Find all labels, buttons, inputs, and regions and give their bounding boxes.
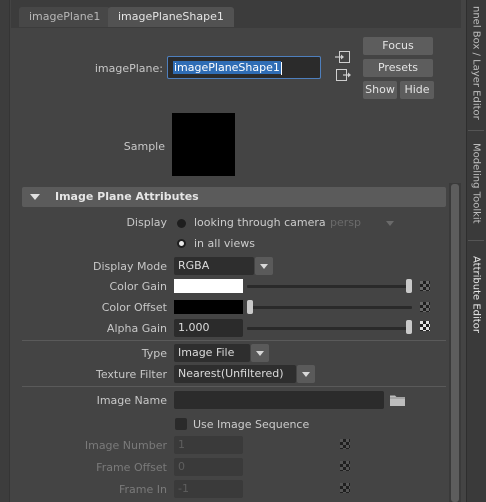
- type-dropdown[interactable]: Image File: [174, 344, 250, 362]
- type-chevron-icon[interactable]: [251, 344, 269, 362]
- dock-divider: [468, 130, 484, 131]
- tab-modeling-toolkit-label: Modeling Toolkit: [470, 142, 482, 224]
- imageplane-label: imagePlane:: [94, 62, 163, 75]
- focus-button[interactable]: Focus: [363, 37, 433, 55]
- color-offset-label: Color Offset: [101, 301, 167, 314]
- color-gain-slider-handle[interactable]: [406, 279, 412, 293]
- alpha-gain-field[interactable]: 1.000: [174, 319, 243, 337]
- display-looking-through-camera-radio[interactable]: [177, 219, 186, 228]
- texture-filter-chevron-icon[interactable]: [297, 365, 315, 383]
- alpha-gain-map-icon[interactable]: [420, 321, 430, 331]
- tab-attribute-editor-label: Attribute Editor: [470, 255, 482, 333]
- dock-divider: [468, 240, 484, 241]
- sample-label: Sample: [123, 140, 165, 153]
- presets-button[interactable]: Presets: [363, 59, 433, 77]
- tab-channel-box-label: nnel Box / Layer Editor: [470, 6, 482, 120]
- color-offset-slider-track[interactable]: [247, 306, 412, 309]
- texture-filter-dropdown[interactable]: Nearest(Unfiltered): [174, 365, 296, 383]
- show-button[interactable]: Show: [363, 81, 397, 99]
- color-gain-map-icon[interactable]: [420, 281, 430, 291]
- frame-in-map-icon[interactable]: [340, 483, 350, 493]
- display-camera-dropdown[interactable]: persp: [326, 214, 398, 232]
- frame-offset-label: Frame Offset: [96, 461, 167, 474]
- chevron-down-icon: [386, 221, 394, 226]
- color-gain-slider-track[interactable]: [247, 285, 412, 288]
- imageplane-name-selection: imagePlaneShape1: [173, 61, 281, 74]
- alpha-gain-label: Alpha Gain: [106, 322, 167, 335]
- color-gain-swatch[interactable]: [174, 279, 243, 293]
- display-option1-label: looking through camera: [194, 216, 326, 229]
- use-image-sequence-checkbox[interactable]: [175, 418, 187, 430]
- display-mode-dropdown[interactable]: RGBA: [174, 257, 254, 275]
- left-panel-edge: [0, 0, 10, 502]
- display-mode-label: Display Mode: [92, 260, 167, 273]
- frame-in-label: Frame In: [119, 483, 167, 496]
- tab-modeling-toolkit[interactable]: Modeling Toolkit: [466, 134, 486, 232]
- color-offset-swatch[interactable]: [174, 300, 243, 314]
- color-offset-slider-handle[interactable]: [247, 300, 253, 314]
- use-image-sequence-label: Use Image Sequence: [193, 418, 310, 431]
- section-divider: [22, 386, 446, 387]
- alpha-gain-slider-track[interactable]: [247, 327, 412, 330]
- color-gain-label: Color Gain: [109, 280, 167, 293]
- display-label: Display: [126, 216, 167, 229]
- frame-offset-map-icon[interactable]: [340, 461, 350, 471]
- type-label: Type: [141, 347, 167, 360]
- image-name-field[interactable]: [174, 391, 384, 409]
- input-connection-icon[interactable]: [335, 50, 351, 64]
- image-name-label: Image Name: [96, 394, 167, 407]
- tab-imageplane1[interactable]: imagePlane1: [19, 7, 111, 27]
- section-title: Image Plane Attributes: [55, 190, 199, 203]
- display-mode-chevron-icon[interactable]: [255, 257, 273, 275]
- image-number-field[interactable]: 1: [174, 436, 243, 454]
- texture-filter-label: Texture Filter: [95, 368, 167, 381]
- display-in-all-views-radio[interactable]: [177, 239, 186, 248]
- frame-offset-field[interactable]: 0: [174, 458, 243, 476]
- frame-in-field[interactable]: -1: [174, 480, 243, 498]
- image-number-label: Image Number: [84, 439, 167, 452]
- section-divider: [22, 340, 446, 341]
- alpha-gain-slider-handle[interactable]: [406, 320, 412, 334]
- output-connection-icon[interactable]: [335, 68, 351, 82]
- tab-attribute-editor[interactable]: Attribute Editor: [466, 246, 486, 342]
- collapse-triangle-icon: [30, 194, 40, 200]
- tab-channel-box-layer-editor[interactable]: nnel Box / Layer Editor: [466, 0, 486, 126]
- imageplane-name-field[interactable]: imagePlaneShape1: [167, 56, 321, 79]
- folder-icon[interactable]: [389, 393, 406, 407]
- image-plane-attributes-header[interactable]: Image Plane Attributes: [22, 187, 446, 207]
- scrollbar-thumb[interactable]: [451, 184, 459, 502]
- sample-swatch: [172, 113, 235, 176]
- display-camera-value: persp: [330, 216, 361, 229]
- display-option2-label: in all views: [194, 237, 255, 250]
- node-tab-bar: imagePlane1 imagePlaneShape1: [11, 0, 461, 28]
- hide-button[interactable]: Hide: [400, 81, 434, 99]
- tab-imageplaneshape1[interactable]: imagePlaneShape1: [108, 7, 234, 27]
- color-offset-map-icon[interactable]: [420, 302, 430, 312]
- image-number-map-icon[interactable]: [340, 439, 350, 449]
- text-caret: [280, 61, 282, 75]
